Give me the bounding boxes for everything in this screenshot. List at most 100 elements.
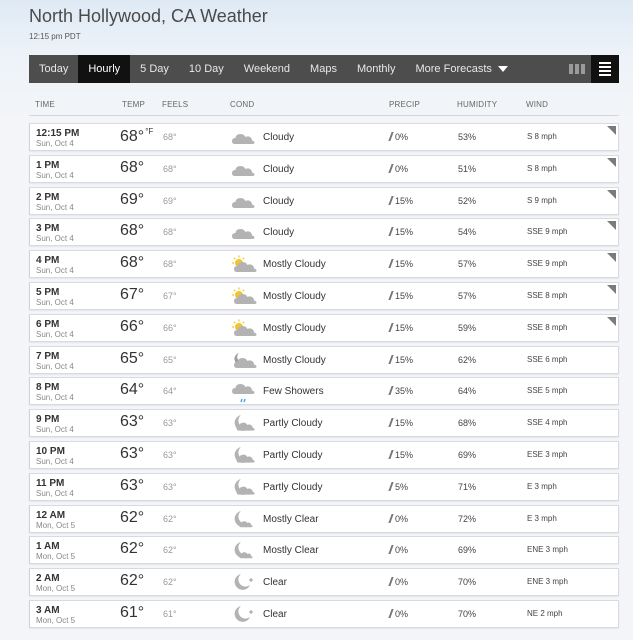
- tab-maps[interactable]: Maps: [300, 55, 347, 83]
- row-time: 8 PM: [36, 382, 60, 394]
- row-time: 2 PM: [36, 191, 60, 203]
- row-humidity: 69%: [458, 449, 477, 460]
- table-row[interactable]: 2 AM Mon, Oct 5 62° 62° Clear 0% 70% ENE 3 mph: [29, 568, 619, 597]
- row-wind: E 3 mph: [527, 513, 557, 523]
- table-row[interactable]: 3 PM Sun, Oct 4 68° 68° Cloudy 15% 54% SSE 9 mp…: [29, 218, 619, 247]
- expand-details-icon[interactable]: [607, 284, 616, 294]
- row-condition: Clear: [263, 608, 287, 620]
- row-time: 10 PM: [36, 445, 65, 457]
- table-row[interactable]: 8 PM Sun, Oct 4 64° 64° Few Showers 35% 64% SSE…: [29, 377, 619, 406]
- tab-10-day[interactable]: 10 Day: [179, 55, 234, 83]
- clear-night-icon: [229, 572, 257, 592]
- table-row[interactable]: 1 AM Mon, Oct 5 62° 62° Mostly Clear 0% 69% ENE…: [29, 536, 619, 565]
- row-temp-cell: 68°: [120, 159, 144, 177]
- table-row[interactable]: 2 PM Sun, Oct 4 69° 69° Cloudy 15% 52% S 9 mph: [29, 186, 619, 215]
- row-precip-cell: 0%: [388, 545, 408, 555]
- row-time: 12:15 PM: [36, 128, 80, 139]
- row-date: Sun, Oct 4: [36, 139, 74, 148]
- raindrop-icon: [388, 386, 394, 396]
- tab-today[interactable]: Today: [29, 55, 78, 83]
- row-temp-cell: 68°: [120, 254, 144, 272]
- row-temp-cell: 62°: [120, 540, 144, 558]
- table-row[interactable]: 6 PM Sun, Oct 4 66° 66° Mostly Cloudy 15% 59% S…: [29, 313, 619, 342]
- raindrop-icon: [388, 608, 394, 618]
- row-feels: 69°: [163, 195, 177, 206]
- row-precip: 0%: [395, 163, 409, 174]
- grid-view-icon[interactable]: [563, 55, 591, 83]
- expand-details-icon[interactable]: [607, 221, 616, 231]
- row-precip: 5%: [395, 481, 409, 492]
- row-temp-cell: 68°: [120, 222, 144, 240]
- tab-5-day[interactable]: 5 Day: [130, 55, 179, 83]
- row-time: 11 PM: [36, 477, 65, 489]
- row-temp-cell: 69°: [120, 191, 144, 209]
- raindrop-icon: [388, 545, 394, 555]
- row-condition: Partly Cloudy: [263, 481, 323, 493]
- row-condition: Partly Cloudy: [263, 418, 323, 430]
- row-condition: Mostly Cloudy: [263, 354, 326, 366]
- row-date: Sun, Oct 4: [36, 488, 74, 498]
- row-precip-cell: 15%: [388, 354, 413, 365]
- col-temp: TEMP: [122, 100, 146, 109]
- table-row[interactable]: 5 PM Sun, Oct 4 67° 67° Mostly Cloudy 15% 57% S…: [29, 281, 619, 310]
- tab-more-forecasts[interactable]: More Forecasts: [405, 55, 517, 83]
- expand-details-icon[interactable]: [607, 157, 616, 167]
- row-precip: 0%: [395, 132, 409, 142]
- row-temp: 63°: [120, 476, 145, 494]
- table-row[interactable]: 12:15 PM Sun, Oct 4 68°°F 68° Cloudy 0% 53% S 8…: [29, 123, 619, 151]
- row-humidity: 64%: [458, 386, 477, 397]
- table-row[interactable]: 4 PM Sun, Oct 4 68° 68° Mostly Cloudy 15% 57% S…: [29, 250, 619, 279]
- tab-weekend[interactable]: Weekend: [234, 55, 300, 83]
- expand-details-icon[interactable]: [607, 126, 616, 135]
- row-time: 2 AM: [36, 573, 60, 585]
- row-feels: 66°: [163, 322, 177, 333]
- row-temp-cell: 62°: [120, 509, 144, 527]
- row-temp: 62°: [120, 508, 145, 526]
- row-temp: 64°: [120, 381, 145, 399]
- row-feels: 68°: [163, 132, 177, 142]
- tab-monthly[interactable]: Monthly: [347, 55, 406, 83]
- partly-cloudy-night-icon: [229, 413, 257, 433]
- table-row[interactable]: 3 AM Mon, Oct 5 61° 61° Clear 0% 70% NE 2 mph: [29, 599, 619, 628]
- row-time-cell: 8 PM Sun, Oct 4: [36, 382, 74, 403]
- row-humidity: 72%: [458, 513, 477, 524]
- row-humidity: 68%: [458, 418, 477, 429]
- expand-details-icon[interactable]: [607, 189, 616, 199]
- row-date: Sun, Oct 4: [36, 234, 74, 244]
- row-precip-cell: 0%: [388, 132, 409, 142]
- row-precip: 15%: [395, 290, 414, 301]
- row-condition: Clear: [263, 577, 287, 589]
- row-temp: 62°: [120, 572, 145, 590]
- row-feels: 63°: [163, 481, 177, 492]
- row-condition: Few Showers: [263, 386, 324, 398]
- row-feels: 63°: [163, 449, 177, 460]
- partly-cloudy-night-icon: [229, 445, 257, 465]
- list-view-icon[interactable]: [591, 55, 619, 83]
- table-row[interactable]: 9 PM Sun, Oct 4 63° 63° Partly Cloudy 15% 68% S…: [29, 409, 619, 438]
- row-precip-cell: 35%: [388, 386, 413, 396]
- tab-hourly[interactable]: Hourly: [78, 55, 131, 83]
- table-body: 12:15 PM Sun, Oct 4 68°°F 68° Cloudy 0% 53% S 8…: [29, 123, 619, 628]
- row-humidity: 69%: [458, 545, 477, 556]
- row-precip-cell: 5%: [388, 481, 409, 492]
- expand-details-icon[interactable]: [607, 316, 616, 326]
- row-date: Sun, Oct 4: [36, 266, 74, 276]
- raindrop-icon: [388, 259, 394, 269]
- expand-details-icon[interactable]: [607, 253, 616, 263]
- table-row[interactable]: 10 PM Sun, Oct 4 63° 63° Partly Cloudy 15% 69%…: [29, 440, 619, 469]
- row-wind: SSE 4 mph: [527, 418, 568, 428]
- row-feels: 68°: [163, 163, 177, 174]
- table-row[interactable]: 11 PM Sun, Oct 4 63° 63° Partly Cloudy 5% 71% E…: [29, 472, 619, 501]
- row-precip: 15%: [395, 449, 414, 460]
- showers-icon: [229, 381, 257, 403]
- table-row[interactable]: 12 AM Mon, Oct 5 62° 62° Mostly Clear 0% 72% E …: [29, 504, 619, 533]
- row-wind: S 8 mph: [527, 132, 557, 141]
- raindrop-icon: [388, 163, 394, 173]
- row-temp-cell: 67°: [120, 286, 144, 304]
- table-row[interactable]: 1 PM Sun, Oct 4 68° 68° Cloudy 0% 51% S 8 mph: [29, 154, 619, 183]
- col-humidity: HUMIDITY: [457, 100, 498, 109]
- row-wind: SSE 5 mph: [527, 386, 568, 396]
- row-temp: 68°: [120, 128, 145, 145]
- table-row[interactable]: 7 PM Sun, Oct 4 65° 65° Mostly Cloudy 15% 62% S…: [29, 345, 619, 374]
- row-date: Sun, Oct 4: [36, 425, 74, 435]
